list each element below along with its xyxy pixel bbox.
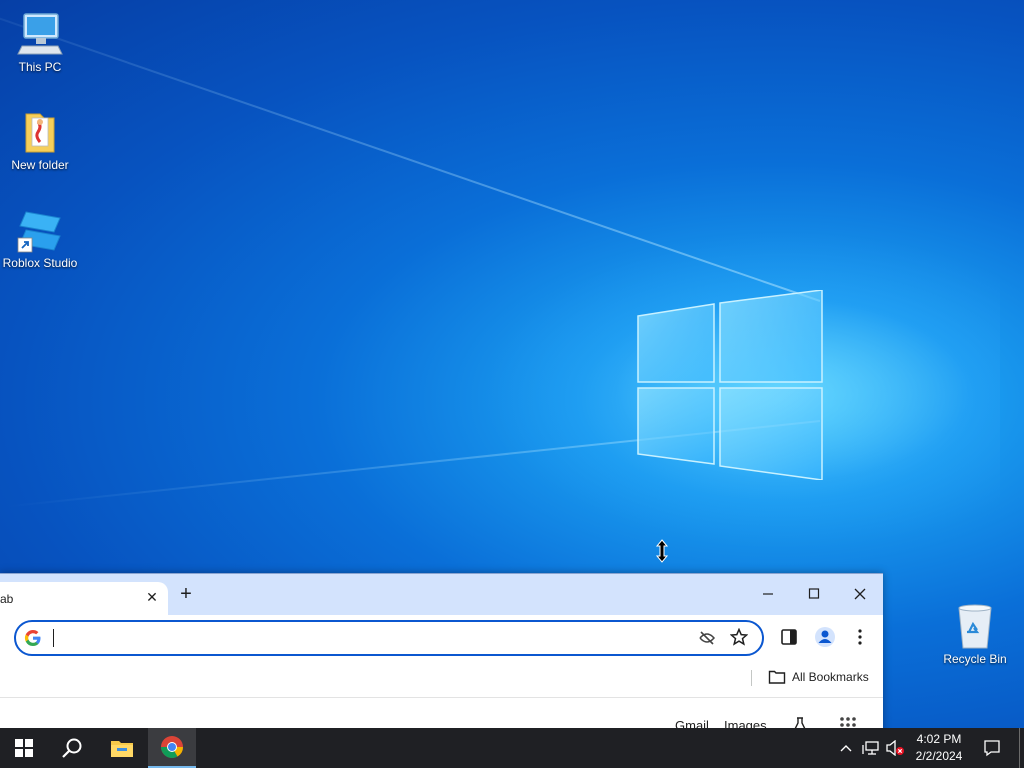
tab-strip: ab ✕ +: [0, 574, 883, 615]
recycle-bin-icon: [951, 602, 999, 650]
bookmarks-bar: All Bookmarks: [0, 661, 883, 698]
maximize-icon: [808, 588, 820, 599]
network-button[interactable]: [860, 728, 882, 768]
desktop-icon-roblox-studio[interactable]: Roblox Studio: [0, 206, 80, 270]
desktop-icon-label: Recycle Bin: [943, 652, 1007, 666]
minimize-icon: [763, 593, 773, 595]
folder-icon: [16, 108, 64, 156]
google-g-icon: [24, 629, 41, 647]
notification-icon: [984, 740, 1000, 757]
toolbar: [0, 615, 883, 661]
desktop-icon-label: This PC: [18, 60, 62, 74]
all-bookmarks-label: All Bookmarks: [792, 670, 869, 684]
action-center-button[interactable]: [978, 728, 1006, 768]
desktop-icon-label: Roblox Studio: [2, 256, 78, 270]
eye-slash-icon[interactable]: [698, 629, 716, 647]
omnibox-input[interactable]: [56, 626, 660, 650]
chevron-up-icon: [840, 745, 852, 752]
desktop-icon-new-folder[interactable]: New folder: [0, 108, 80, 172]
bookmarks-separator: [751, 670, 752, 686]
desktop-icon-recycle-bin[interactable]: Recycle Bin: [935, 602, 1015, 666]
start-button[interactable]: [0, 728, 48, 768]
start-icon: [15, 739, 33, 757]
tab-close-button[interactable]: ✕: [144, 589, 160, 605]
computer-icon: [16, 10, 64, 58]
close-icon: [854, 588, 866, 600]
clock-date: 2/2/2024: [915, 749, 963, 763]
address-bar[interactable]: [14, 620, 764, 656]
file-explorer-icon: [111, 741, 133, 757]
clock-time: 4:02 PM: [916, 732, 962, 746]
roblox-studio-icon: [16, 206, 64, 254]
new-tab-button[interactable]: +: [176, 584, 196, 604]
text-caret: [53, 629, 54, 647]
search-icon: [62, 738, 82, 758]
close-window-button[interactable]: [845, 582, 875, 606]
show-hidden-icons-button[interactable]: [836, 728, 856, 768]
maximize-button[interactable]: [799, 582, 829, 606]
show-desktop-button[interactable]: [1020, 728, 1024, 768]
clock[interactable]: 4:02 PM 2/2/2024: [905, 731, 973, 765]
all-bookmarks-button[interactable]: All Bookmarks: [768, 669, 869, 685]
more-menu-icon[interactable]: [857, 627, 863, 647]
desktop-icon-label: New folder: [11, 158, 69, 172]
browser-tab[interactable]: ab ✕: [0, 582, 168, 615]
folder-icon: [768, 670, 786, 684]
side-panel-icon[interactable]: [780, 628, 798, 646]
resize-cursor-icon: [655, 539, 669, 563]
bookmark-star-icon[interactable]: [730, 628, 748, 646]
chrome-taskbar-button[interactable]: [148, 728, 196, 768]
search-button[interactable]: [48, 728, 96, 768]
tab-title: ab: [0, 592, 14, 606]
volume-button[interactable]: [884, 728, 906, 768]
chrome-window: ab ✕ + All Bookmarks Gmail Images: [0, 573, 883, 734]
minimize-button[interactable]: [753, 582, 783, 606]
network-icon: [862, 741, 879, 755]
windows-logo: [637, 290, 823, 480]
taskbar: 4:02 PM 2/2/2024: [0, 728, 1024, 768]
profile-avatar-icon[interactable]: [814, 626, 836, 648]
chrome-icon: [161, 736, 183, 758]
file-explorer-button[interactable]: [98, 728, 146, 768]
desktop-icon-this-pc[interactable]: This PC: [0, 10, 80, 74]
volume-muted-icon: [886, 740, 904, 756]
